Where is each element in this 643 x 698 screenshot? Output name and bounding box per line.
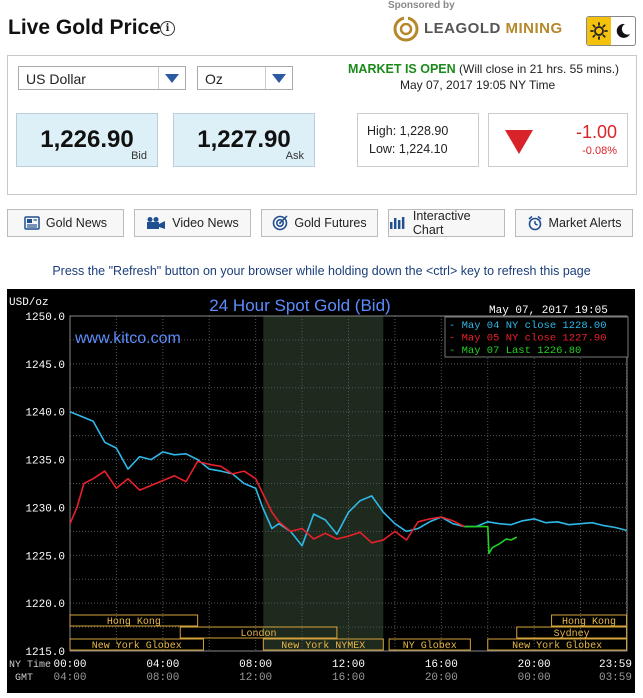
chart-session-label: New York Globex	[512, 640, 602, 652]
bid-box: 1,226.90 Bid	[16, 113, 158, 167]
market-alerts-label: Market Alerts	[548, 216, 622, 230]
interactive-chart-button[interactable]: Interactive Chart	[388, 209, 505, 237]
market-time: May 07, 2017 19:05 NY Time	[400, 78, 556, 92]
moon-icon[interactable]	[611, 17, 635, 45]
chart-y-tick-label: 1220.0	[25, 599, 65, 611]
market-alerts-button[interactable]: Market Alerts	[515, 209, 633, 237]
chart-session-label: Hong Kong	[107, 617, 161, 628]
chart-session-label: New York NYMEX	[281, 640, 365, 652]
chart-x-tick-ny: 04:00	[146, 659, 179, 671]
chart-session-label: Hong Kong	[562, 617, 616, 628]
chart-y-tick-label: 1225.0	[25, 551, 65, 563]
leagold-logo-icon[interactable]	[392, 15, 420, 43]
x-row2-label: GMT	[15, 673, 33, 684]
unit-value: Oz	[205, 71, 223, 87]
chevron-down-icon[interactable]	[158, 67, 185, 89]
chart-watermark: www.kitco.com	[74, 330, 181, 347]
chart-y-tick-label: 1235.0	[25, 456, 65, 468]
video-news-label: Video News	[172, 216, 239, 230]
chart-title: 24 Hour Spot Gold (Bid)	[209, 296, 390, 315]
chart-canvas: Hong Kong Hong KongLondon SydneyNew York G…	[9, 296, 632, 684]
chart-series-line-3	[464, 525, 518, 555]
market-close-note: (Will close in 21 hrs. 55 mins.)	[455, 62, 620, 76]
chart-ylabel: USD/oz	[9, 297, 49, 309]
chart-legend-entry: - May 07 Last 1226.80	[449, 345, 581, 357]
chart-y-tick-label: 1215.0	[25, 647, 65, 659]
interactive-chart-label: Interactive Chart	[412, 209, 471, 237]
sponsored-label: Sponsored by	[388, 0, 455, 11]
chart-x-tick-gmt: 08:00	[146, 672, 179, 684]
chart-y-tick-label: 1240.0	[25, 408, 65, 420]
chart-session-label: Sydney	[554, 628, 590, 640]
page-title: Live Gold Price	[8, 16, 161, 39]
chart-session-label: NY Globex	[403, 640, 457, 652]
chevron-down-icon[interactable]	[265, 67, 292, 89]
brand-leagold: LEAGOLD	[424, 20, 501, 37]
change-value: -1.00	[575, 122, 617, 142]
chart-x-tick-gmt: 20:00	[425, 672, 458, 684]
currency-select[interactable]: US Dollar	[18, 66, 186, 90]
gold-news-button[interactable]: Gold News	[7, 209, 124, 237]
bar-chart-icon	[389, 217, 405, 229]
sponsor-brand[interactable]: LEAGOLD MINING	[424, 20, 563, 37]
video-camera-icon	[147, 217, 166, 229]
chart-x-tick-ny: 20:00	[518, 659, 551, 671]
brand-mining: MINING	[500, 20, 563, 37]
bid-label: Bid	[131, 150, 147, 162]
chart-y-tick-label: 1250.0	[25, 312, 65, 324]
high-low-box: High: 1,228.90 Low: 1,224.10	[357, 113, 479, 167]
chart-x-tick-ny: 12:00	[332, 659, 365, 671]
chart-session-label: London	[241, 628, 277, 640]
market-status: MARKET IS OPEN (Will close in 21 hrs. 55…	[348, 62, 619, 76]
chart-x-tick-gmt: 00:00	[518, 672, 551, 684]
theme-toggle[interactable]	[586, 16, 636, 46]
change-box: -1.00 -0.08%	[488, 113, 628, 167]
chart-timestamp: May 07, 2017 19:05	[489, 305, 608, 317]
chart-y-tick-label: 1245.0	[25, 360, 65, 372]
info-icon[interactable]: i	[160, 21, 175, 36]
chart-shaded-session	[263, 316, 384, 651]
chart-x-tick-gmt: 04:00	[53, 672, 86, 684]
currency-value: US Dollar	[26, 71, 86, 87]
newspaper-icon	[24, 216, 40, 230]
gold-futures-button[interactable]: Gold Futures	[261, 209, 378, 237]
gold-futures-label: Gold Futures	[294, 216, 367, 230]
gold-news-label: Gold News	[45, 216, 108, 230]
chart-x-tick-ny: 16:00	[425, 659, 458, 671]
ask-label: Ask	[285, 150, 304, 162]
change-percent: -0.08%	[582, 145, 617, 157]
chart-y-tick-label: 1230.0	[25, 503, 65, 515]
chart-x-tick-gmt: 03:59	[599, 672, 632, 684]
refresh-instructions: Press the "Refresh" button on your brows…	[52, 264, 591, 278]
high-price: High: 1,228.90	[367, 124, 449, 138]
chart-x-tick-ny: 23:59	[599, 659, 632, 671]
alarm-icon	[528, 215, 542, 231]
chart-legend-entry: - May 05 NY close 1227.90	[449, 333, 607, 345]
down-arrow-icon	[505, 130, 533, 154]
chart-legend-entry: - May 04 NY close 1228.00	[449, 320, 607, 332]
chart-x-tick-gmt: 12:00	[239, 672, 272, 684]
ask-box: 1,227.90 Ask	[173, 113, 315, 167]
chart-session-label: New York Globex	[92, 640, 182, 652]
chart-x-tick-ny: 08:00	[239, 659, 272, 671]
chart-x-tick-ny: 00:00	[53, 659, 86, 671]
x-row1-label: NY Time	[9, 659, 51, 671]
sun-icon[interactable]	[587, 17, 611, 45]
price-panel: US Dollar Oz MARKET IS OPEN (Will close …	[7, 55, 637, 195]
target-icon	[273, 215, 288, 231]
market-open-label: MARKET IS OPEN	[348, 62, 456, 76]
low-price: Low: 1,224.10	[369, 142, 448, 156]
video-news-button[interactable]: Video News	[134, 209, 251, 237]
unit-select[interactable]: Oz	[197, 66, 293, 90]
chart-x-tick-gmt: 16:00	[332, 672, 365, 684]
gold-price-chart[interactable]: Hong Kong Hong Kong London Sydney New York G…	[7, 289, 635, 693]
